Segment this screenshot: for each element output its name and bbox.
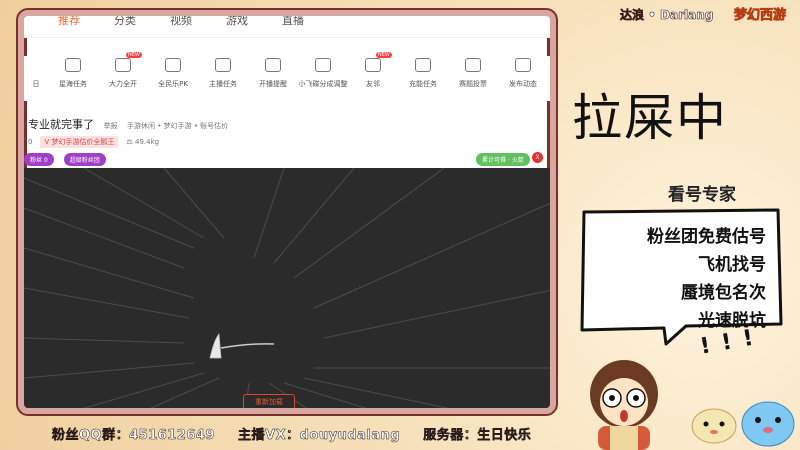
toolbar-item-label: 大力全开 — [109, 80, 137, 88]
stream-title: 专业就完事了 — [28, 118, 94, 131]
alarm-icon — [265, 58, 281, 72]
toolbar-item-label: 发布动态 — [509, 80, 537, 88]
info-ticker: 粉丝QQ群：451612649 主播VX：douyudalang 服务器：生日快… — [52, 424, 549, 444]
streamer-brand: 达浪 • Darlang — [620, 8, 714, 23]
server-name: 服务器：生日快乐 — [423, 428, 532, 444]
bubble-line: 飞机找号 — [698, 255, 766, 275]
vote-icon — [465, 58, 481, 72]
nav-tab[interactable]: 推荐 — [58, 16, 94, 38]
new-badge: NEW — [376, 52, 392, 58]
toolbar-item[interactable]: 主播任务 — [198, 56, 248, 101]
toolbar-item[interactable]: 赛题投票 — [448, 56, 498, 101]
heart-count: 0 — [28, 138, 33, 146]
toolbar-item[interactable]: 充能任务 — [398, 56, 448, 101]
toolbar-item-label: 开播提醒 — [259, 80, 287, 88]
toolbar-item[interactable]: NEW 大力全开 — [98, 52, 148, 101]
qq-group: 粉丝QQ群：451612649 — [52, 428, 216, 444]
speed-lines — [24, 168, 550, 408]
video-player[interactable]: 重新加载 — [24, 168, 550, 408]
streamer-avatar-icon — [590, 360, 658, 450]
blue-pet-mascot-icon — [741, 401, 795, 447]
stream-title-row: 专业就完事了 举报 手游休闲 • 梦幻手游 • 账号估价 — [28, 116, 228, 132]
nav-tab[interactable]: 游戏 — [226, 16, 262, 38]
status-text: 拉屎中 — [572, 89, 728, 147]
toolbar-item[interactable]: 发布动态 — [498, 56, 548, 101]
new-badge: NEW — [126, 52, 142, 58]
toolbar-item[interactable]: 小飞碟分成调整 — [298, 56, 348, 101]
pk-icon — [165, 58, 181, 72]
toolbar-item-label: 日 — [32, 80, 40, 88]
bubble-line: 粉丝团免费估号 — [647, 227, 766, 247]
breadcrumb[interactable]: 手游休闲 • 梦幻手游 • 账号估价 — [127, 122, 228, 130]
cumulative-rocket-button[interactable]: 累计可得 · 火箭 — [476, 153, 530, 166]
toolbar-item-label: 充能任务 — [409, 80, 437, 88]
toolbar-item-label: 赛题投票 — [459, 80, 487, 88]
pet-mascot-icon — [691, 408, 737, 444]
streamer-tag[interactable]: V 梦幻手游估价全鹅王 — [40, 136, 119, 148]
game-logo: 梦幻西游 — [734, 8, 787, 24]
toolbar-item[interactable]: 日 — [24, 56, 48, 101]
feature-toolbar: 日 星海任务 NEW 大力全开 全民乐PK 主播任务 开播提醒 小飞碟分成调整 NEW 友邻 充能任… — [24, 52, 550, 101]
wechat-id: 主播VX：douyudalang — [238, 428, 401, 444]
expert-title: 看号专家 — [668, 185, 736, 205]
bubble-line: 蜃境包名次 — [681, 283, 766, 303]
ad-icon — [65, 58, 81, 72]
gauge-icon — [415, 58, 431, 72]
fire-icon — [115, 58, 131, 72]
top-nav: 推荐 分类 视频 游戏 直播 — [24, 16, 550, 38]
browser-frame: 推荐 分类 视频 游戏 直播 日 星海任务 NEW 大力全开 全民乐PK 主播任务 开播提醒… — [18, 10, 556, 414]
toolbar-item-label: 友邻 — [366, 80, 380, 88]
close-icon[interactable]: X — [532, 152, 543, 163]
toolbar-item[interactable]: 全民乐PK — [148, 56, 198, 101]
task-icon — [215, 58, 231, 72]
ufo-icon — [315, 58, 331, 72]
nav-tab[interactable]: 直播 — [282, 16, 318, 38]
reload-button[interactable]: 重新加载 — [243, 394, 295, 408]
speech-bubble: 粉丝团免费估号 飞机找号 蜃境包名次 光速脱坑 — [576, 206, 786, 346]
toolbar-item-label: 全民乐PK — [158, 80, 188, 88]
super-fan-button[interactable]: 超级粉丝团 — [63, 153, 106, 166]
fan-badge[interactable]: 粉丝 0 — [24, 153, 54, 166]
toolbar-item[interactable]: NEW 友邻 — [348, 52, 398, 101]
nav-tab[interactable]: 视频 — [170, 16, 206, 38]
fan-row: 粉丝 0 超级粉丝团 — [24, 153, 106, 166]
friends-icon — [365, 58, 381, 72]
toolbar-item[interactable]: 星海任务 — [48, 56, 98, 101]
toolbar-item-label: 主播任务 — [209, 80, 237, 88]
weight-value: ⚖ 49.4kg — [126, 138, 160, 146]
bubble-line: 光速脱坑 — [698, 311, 766, 331]
edit-icon — [515, 58, 531, 72]
toolbar-item[interactable]: 开播提醒 — [248, 56, 298, 101]
report-link[interactable]: 举报 — [104, 122, 118, 130]
stream-meta-row: 0 V 梦幻手游估价全鹅王 ⚖ 49.4kg — [28, 136, 159, 148]
nav-tab[interactable]: 分类 — [114, 16, 150, 38]
toolbar-item-label: 小飞碟分成调整 — [298, 80, 348, 88]
toolbar-item-label: 星海任务 — [59, 80, 87, 88]
